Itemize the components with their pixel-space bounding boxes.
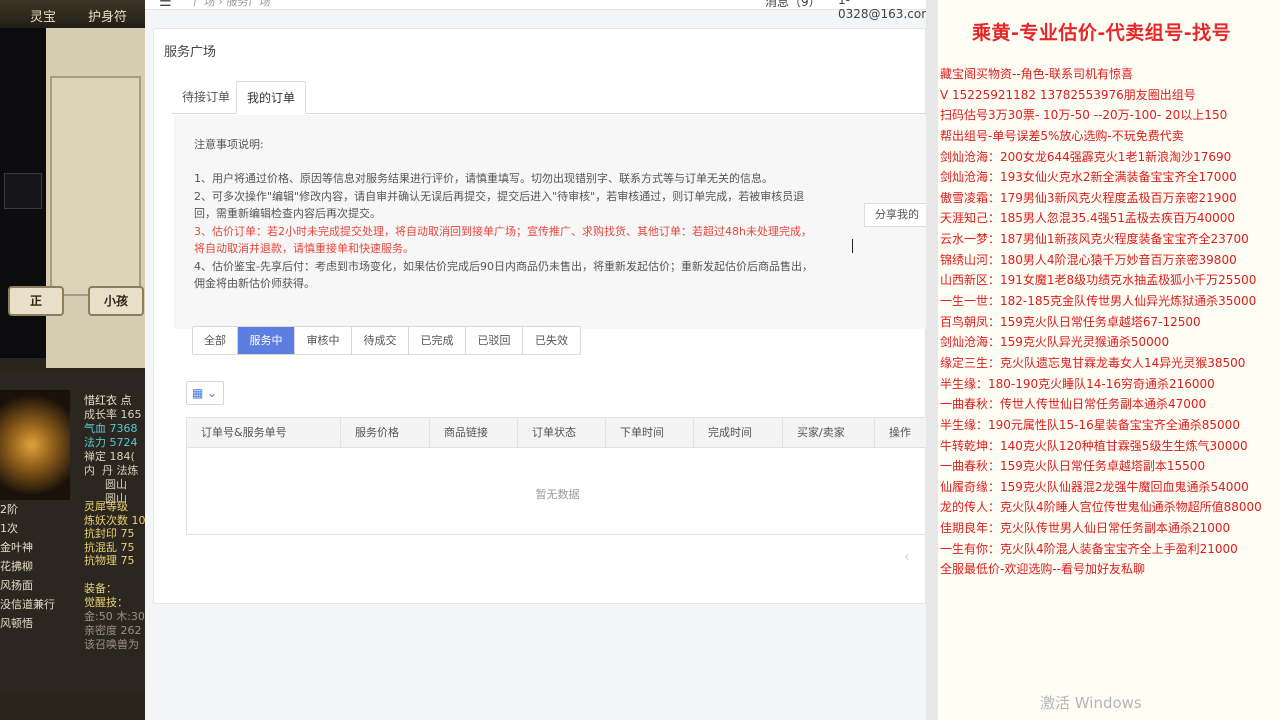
menu-icon[interactable]: ☰ — [159, 0, 172, 10]
header-messages[interactable]: 消息（9） — [765, 0, 821, 10]
windows-activation-watermark: 激活 Windows — [1040, 694, 1142, 712]
share-button[interactable]: 分享我的 — [864, 203, 926, 227]
column-toggle-button[interactable]: ▦ ⌄ — [186, 381, 224, 405]
th-buyer-seller: 买家/卖家 — [783, 418, 875, 448]
game-inner-frame — [50, 76, 141, 296]
overlay-line: 一曲春秋：传世人传世仙日常任务副本通杀47000 — [940, 397, 1207, 412]
overlay-line: 山西新区：191女魔1老8级功绩克水抽孟极狐小千万25500 — [940, 273, 1257, 288]
notice-line-6: 4、估价鉴宝-先享后付：考虑到市场变化，如果估价完成后90日内商品仍未售出，将重… — [194, 260, 813, 273]
filter-pending-deal[interactable]: 待成交 — [352, 327, 409, 354]
notice-line-7: 佣金将由新估价师获得。 — [194, 277, 315, 290]
orders-table: 订单号&服务单号 服务价格 商品链接 订单状态 下单时间 完成时间 买家/卖家 … — [186, 417, 926, 535]
page-title: 服务广场 — [164, 45, 217, 60]
overlay-line: 全服最低价-欢迎选购--看号加好友私聊 — [940, 562, 1145, 577]
overlay-line: 龙的传人：克火队4阶睡人宫位传世鬼仙通杀物超所值88000 — [940, 500, 1262, 515]
browser-page: ☰ 广场 › 服务广场 消息（9） 1-0328@163.com 服务广场 待接… — [145, 0, 926, 720]
pet-stats: 惜红衣 点成长率 165 气血 7368 法力 5724 禅定 184(内 丹 法炼 … — [84, 394, 142, 505]
overlay-line: 藏宝阁买物资--角色-联系司机有惊喜 — [940, 67, 1133, 81]
overlay-line: 剑灿沧海：193女仙火克水2新全满装备宝宝齐全17000 — [940, 170, 1237, 185]
service-card: 服务广场 待接订单 我的订单 注意事项说明: 1、用户将通过价格、原因等信息对服… — [153, 28, 926, 604]
filter-in-service[interactable]: 服务中 — [238, 327, 295, 354]
overlay-header: 乘黄-专业估价-代卖组号-找号 — [972, 22, 1232, 44]
th-actions: 操作 — [889, 426, 911, 439]
game-beige-panel — [46, 28, 145, 368]
game-tab-lingbao[interactable]: 灵宝 — [30, 6, 56, 25]
overlay-line: 百鸟朝凤：159克火队日常任务卓越塔67-12500 — [940, 314, 1201, 329]
game-tab-hushenfu[interactable]: 护身符 — [88, 6, 127, 25]
overlay-line: 一生有你：克火队4阶混人装备宝宝齐全上手盈利21000 — [940, 541, 1238, 556]
stream-overlay: 乘黄-专业估价-代卖组号-找号 藏宝阁买物资--角色-联系司机有惊喜 V 152… — [938, 0, 1280, 720]
overlay-line: 半生缘：190元属性队15-16星装备宝宝齐全通杀85000 — [940, 417, 1240, 432]
filter-completed[interactable]: 已完成 — [409, 327, 466, 354]
overlay-line: 剑灿沧海：159克火队异光灵猴通杀50000 — [940, 335, 1170, 350]
th-order-no: 订单号&服务单号 — [187, 418, 341, 448]
filter-expired[interactable]: 已失效 — [523, 327, 580, 354]
pagination-prev-icon[interactable]: ‹ — [904, 549, 910, 565]
overlay-line: 牛转乾坤：140克火队120种植甘霖强5级生生炼气30000 — [940, 438, 1248, 453]
notice-line-4: 3、估价订单：若2小时未完成提交处理，将自动取消回到接单广场；宣传推广、求购找货… — [194, 225, 812, 238]
overlay-line: 仙履奇缘：159克火队仙器混2龙强牛魔回血鬼通杀54000 — [940, 479, 1249, 494]
game-tab-button-1[interactable]: 正 — [8, 286, 64, 316]
tab-my-orders[interactable]: 我的订单 — [236, 81, 307, 114]
filter-rejected[interactable]: 已驳回 — [466, 327, 523, 354]
tab-pending-orders[interactable]: 待接订单 — [172, 81, 240, 114]
filter-reviewing[interactable]: 审核中 — [295, 327, 352, 354]
notice-heading: 注意事项说明: — [194, 138, 264, 151]
notice-line-3: 回，需重新编辑检查内容后再次提交。 — [194, 207, 381, 220]
notice-box: 注意事项说明: 1、用户将通过价格、原因等信息对服务结果进行评价，请慎重填写。切… — [174, 115, 926, 329]
page-header: ☰ 广场 › 服务广场 消息（9） 1-0328@163.com — [145, 0, 926, 21]
overlay-line: 剑灿沧海：200女龙644强霹克火1老1新浪淘沙17690 — [940, 149, 1232, 164]
overlay-line: 锦绣山河：180男人4阶混心猿千万妙音百万亲密39800 — [940, 252, 1237, 267]
game-window: 灵宝 护身符 正 小孩 惜红衣 点成长率 165 气血 7368 法力 5724 禅定… — [0, 0, 145, 720]
overlay-line: 佳期良年：克火队传世男人仙日常任务副本通杀21000 — [940, 521, 1231, 536]
game-top-bar: 灵宝 护身符 — [0, 0, 145, 28]
notice-line-5: 将自动取消并退款，请慎重接单和快速服务。 — [194, 242, 414, 255]
notice-line-2: 2、可多次操作"编辑"修改内容，请自审并确认无误后再提交，提交后进入"待审核"，… — [194, 190, 805, 203]
th-price: 服务价格 — [341, 418, 430, 448]
breadcrumb[interactable]: 广场 › 服务广场 — [193, 0, 270, 9]
overlay-line: 云水一梦：187男仙1新孩风克火程度装备宝宝齐全23700 — [940, 232, 1249, 247]
th-order-time: 下单时间 — [606, 418, 694, 448]
th-link: 商品链接 — [430, 418, 518, 448]
overlay-line: 缘定三生：克火队遗忘鬼甘霖龙毒女人14异光灵猴38500 — [940, 355, 1246, 370]
header-user[interactable]: 1-0328@163.com — [838, 0, 926, 21]
table-header-row: 订单号&服务单号 服务价格 商品链接 订单状态 下单时间 完成时间 买家/卖家 … — [187, 418, 926, 448]
overlay-lines: 藏宝阁买物资--角色-联系司机有惊喜 V 15225921182 1378255… — [940, 64, 1262, 580]
overlay-line: 天涯知己：185男人忽混35.4强51孟极去疾百万40000 — [940, 211, 1236, 226]
status-filter-group: 全部 服务中 审核中 待成交 已完成 已驳回 已失效 — [192, 326, 581, 355]
window-gap — [926, 0, 938, 720]
th-finish-time: 完成时间 — [694, 418, 783, 448]
pet-resist-list: 灵犀等级 炼妖次数 10 抗封印 75 抗混乱 75 抗物理 75 — [84, 500, 145, 567]
pet-skill-list: 2阶 1次 金叶神 花拂柳 风扬面 没信道兼行 风顿悟 — [0, 503, 55, 630]
game-slot-icon[interactable] — [4, 173, 42, 209]
overlay-line: 扫码估号3万30票- 10万-50 --20万-100- 20以上150 — [940, 108, 1228, 123]
overlay-line: V 15225921182 13782553976朋友圈出组号 — [940, 87, 1196, 102]
filter-all[interactable]: 全部 — [193, 327, 238, 354]
empty-state: 暂无数据 — [535, 488, 580, 501]
notice-line-1: 1、用户将通过价格、原因等信息对服务结果进行评价，请慎重填写。切勿出现错别字、联… — [194, 172, 773, 185]
pet-portrait — [0, 390, 70, 500]
overlay-line: 一生一世：182-185克金队传世男人仙异光炼狱通杀35000 — [940, 294, 1257, 309]
pet-extra-info: 装备： 觉醒技： 金:50 木:30 亲密度 262 该召唤兽为 — [84, 582, 145, 651]
th-status: 订单状态 — [518, 418, 606, 448]
overlay-line: 傲雪凌霜：179男仙3新风克火程度孟极百万亲密21900 — [940, 190, 1237, 205]
overlay-line: 帮出组号-单号误差5%放心选购-不玩免费代卖 — [940, 128, 1184, 143]
game-tab-button-2[interactable]: 小孩 — [88, 286, 144, 316]
overlay-line: 一曲春秋：159克火队日常任务卓越塔副本15500 — [940, 459, 1206, 474]
overlay-line: 半生缘：180-190克火睡队14-16穷奇通杀216000 — [940, 376, 1215, 391]
